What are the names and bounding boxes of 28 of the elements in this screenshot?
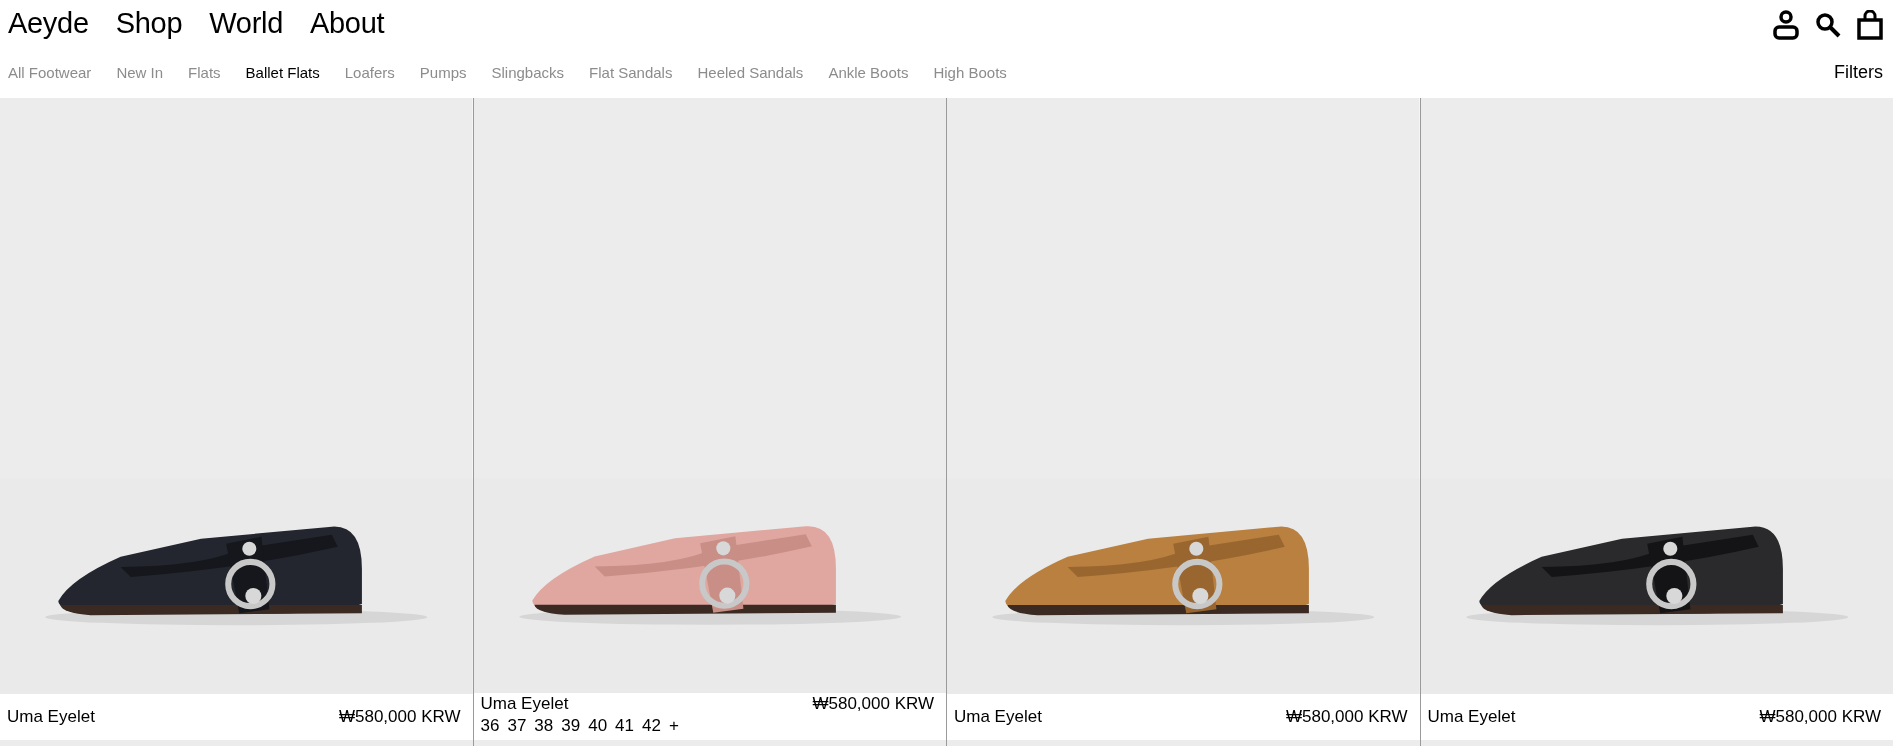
filters-button[interactable]: Filters: [1834, 61, 1883, 83]
product-price: ₩580,000 KRW: [1759, 707, 1881, 727]
category-link[interactable]: High Boots: [933, 63, 1007, 81]
category-link[interactable]: Ballet Flats: [245, 63, 320, 81]
product-name[interactable]: Uma Eyelet: [480, 694, 569, 715]
product-price: ₩580,000 KRW: [812, 694, 934, 715]
product-price: ₩580,000 KRW: [1285, 707, 1408, 727]
brand-logo[interactable]: Aeyde: [8, 6, 89, 40]
product-name[interactable]: Uma Eyelet: [7, 707, 95, 727]
product-price: ₩580,000 KRW: [338, 707, 461, 727]
size-option[interactable]: 41: [615, 716, 635, 737]
search-icon[interactable]: [1815, 12, 1841, 38]
size-option[interactable]: 40: [588, 716, 608, 737]
account-icon[interactable]: [1773, 10, 1799, 40]
nav-link[interactable]: Shop: [115, 6, 183, 40]
product-name[interactable]: Uma Eyelet: [1427, 707, 1516, 727]
size-option[interactable]: 36: [480, 716, 500, 737]
nav-link[interactable]: About: [310, 6, 385, 40]
size-option[interactable]: 37: [507, 716, 527, 737]
size-option[interactable]: 39: [561, 716, 581, 737]
size-option[interactable]: 42: [642, 716, 661, 737]
shopping-bag-icon[interactable]: [1857, 10, 1883, 40]
category-link[interactable]: Heeled Sandals: [697, 63, 804, 81]
size-option[interactable]: 38: [534, 716, 554, 737]
category-link[interactable]: Flat Sandals: [589, 63, 673, 81]
size-option[interactable]: +: [668, 716, 679, 737]
product-name[interactable]: Uma Eyelet: [954, 707, 1042, 727]
nav-link[interactable]: World: [209, 6, 283, 40]
